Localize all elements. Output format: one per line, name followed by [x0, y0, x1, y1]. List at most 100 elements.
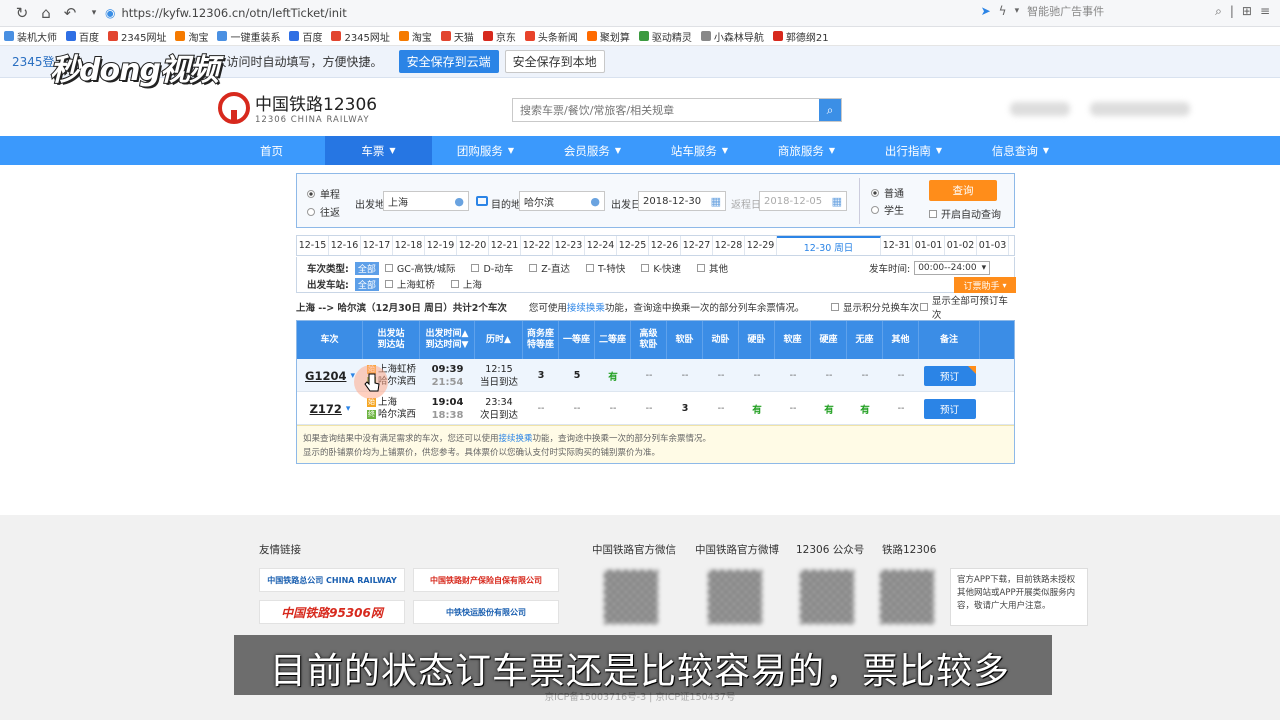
seat-availability-cell[interactable]: 有	[595, 359, 631, 392]
stations-option[interactable]: 上海	[450, 277, 482, 291]
types-option[interactable]: T-特快	[585, 261, 625, 275]
seat-availability-cell[interactable]: 有	[811, 392, 847, 425]
seat-availability-cell[interactable]: 有	[739, 392, 775, 425]
bookmark-item[interactable]: 百度	[66, 29, 99, 44]
bookmark-item[interactable]: 天猫	[440, 29, 474, 44]
single-trip-radio[interactable]: 单程	[307, 186, 340, 201]
save-local-button[interactable]: 安全保存到本地	[504, 50, 605, 73]
rocket-icon[interactable]: ➤	[981, 4, 991, 18]
from-station-input[interactable]: 上海 ●	[383, 191, 469, 211]
date-tab[interactable]: 12-26	[649, 236, 681, 255]
transfer-link[interactable]: 接续换乘	[567, 300, 605, 314]
date-tab[interactable]: 12-19	[425, 236, 457, 255]
dropdown-icon[interactable]: ▾	[1015, 6, 1020, 16]
seat-availability-cell[interactable]: 3	[523, 359, 559, 392]
types-option[interactable]: D-动车	[471, 261, 513, 275]
seat-availability-cell[interactable]: 5	[559, 359, 595, 392]
train-number-link[interactable]: G1204	[305, 369, 346, 383]
date-tab[interactable]: 12-29	[745, 236, 777, 255]
bookmark-item[interactable]: 淘宝	[175, 29, 208, 44]
bookmark-item[interactable]: 头条新闻	[524, 29, 578, 44]
site-logo[interactable]: 中国铁路12306 12306 CHINA RAILWAY	[218, 90, 377, 125]
query-button[interactable]: 查询	[929, 180, 997, 201]
date-tab[interactable]: 12-15	[297, 236, 329, 255]
nav-item[interactable]: 车票 ▼	[325, 136, 432, 165]
depart-date-input[interactable]: 2018-12-30 ▦	[638, 191, 726, 211]
link-railway-express[interactable]: 中铁快运股份有限公司	[413, 600, 559, 624]
bookmark-item[interactable]: 郭德纲21	[772, 29, 829, 44]
save-cloud-button[interactable]: 安全保存到云端	[398, 50, 499, 73]
date-tab[interactable]: 12-23	[553, 236, 585, 255]
bookmark-item[interactable]: 小森林导航	[700, 29, 764, 44]
bookmark-item[interactable]: 一键重装系	[217, 29, 280, 44]
stations-option[interactable]: 上海虹桥	[384, 277, 435, 291]
history-dropdown-icon[interactable]: ▾	[82, 1, 106, 25]
column-header[interactable]: 历时▲	[475, 321, 523, 359]
swap-stations-icon[interactable]	[476, 196, 488, 206]
column-header[interactable]: 出发时间▲ 到达时间▼	[420, 321, 475, 359]
depart-time-select[interactable]: 00:00--24:00 ▾	[914, 261, 991, 275]
date-tab[interactable]: 01-03	[977, 236, 1009, 255]
date-tab[interactable]: 12-18	[393, 236, 425, 255]
nav-item[interactable]: 站车服务 ▼	[646, 136, 753, 165]
date-tab[interactable]: 12-31	[881, 236, 913, 255]
date-tab[interactable]: 12-21	[489, 236, 521, 255]
seat-availability-cell[interactable]: 3	[667, 392, 703, 425]
bookmark-item[interactable]: 百度	[289, 29, 322, 44]
auto-query-checkbox[interactable]: 开启自动查询	[929, 206, 1001, 221]
normal-ticket-radio[interactable]: 普通	[871, 185, 904, 200]
bookmark-item[interactable]: 驱动精灵	[638, 29, 692, 44]
home-icon[interactable]: ⌂	[34, 1, 58, 25]
nav-item[interactable]: 商旅服务 ▼	[753, 136, 860, 165]
types-option[interactable]: 其他	[697, 261, 728, 275]
types-option[interactable]: GC-高铁/城际	[384, 261, 455, 275]
date-tab[interactable]: 12-27	[681, 236, 713, 255]
book-button[interactable]: 预订	[923, 398, 976, 419]
student-ticket-radio[interactable]: 学生	[871, 202, 904, 217]
train-type-all-button[interactable]: 全部	[354, 261, 379, 275]
types-option[interactable]: Z-直达	[529, 261, 570, 275]
show-all-bookable-checkbox[interactable]: 显示全部可预订车次	[920, 293, 1015, 321]
date-tab[interactable]: 12-24	[585, 236, 617, 255]
nav-item[interactable]: 首页	[218, 136, 325, 165]
date-tab[interactable]: 01-01	[913, 236, 945, 255]
menu-icon[interactable]: ≡	[1260, 4, 1270, 18]
date-tab[interactable]: 12-30 周日	[777, 236, 881, 255]
ad-news-text[interactable]: 智能驰广告事件	[1027, 3, 1207, 19]
bookmark-item[interactable]: 装机大师	[4, 29, 57, 44]
booking-helper-button[interactable]: 订票助手 ▾	[954, 277, 1016, 293]
date-tab[interactable]: 12-25	[617, 236, 649, 255]
bookmark-item[interactable]: 2345网址	[108, 29, 166, 44]
round-trip-radio[interactable]: 往返	[307, 204, 340, 219]
return-date-input[interactable]: 2018-12-05 ▦	[759, 191, 847, 211]
search-icon[interactable]: ⌕	[819, 99, 841, 121]
seat-availability-cell[interactable]: 有	[847, 392, 883, 425]
lightning-icon[interactable]: ϟ	[999, 4, 1007, 18]
date-tab[interactable]: 12-22	[521, 236, 553, 255]
link-china-railway[interactable]: 中国铁路总公司 CHINA RAILWAY	[259, 568, 405, 592]
nav-item[interactable]: 出行指南 ▼	[860, 136, 967, 165]
link-95306[interactable]: 中国铁路95306网	[259, 600, 405, 624]
nav-item[interactable]: 团购服务 ▼	[432, 136, 539, 165]
train-number-link[interactable]: Z172	[310, 402, 342, 416]
types-option[interactable]: K-快速	[641, 261, 681, 275]
date-tab[interactable]: 01-02	[945, 236, 977, 255]
link-railway-insurance[interactable]: 中国铁路财产保险自保有限公司	[413, 568, 559, 592]
search-icon[interactable]: ⌕	[1215, 4, 1222, 19]
date-tab[interactable]: 12-17	[361, 236, 393, 255]
site-search-input[interactable]	[513, 99, 819, 121]
refresh-icon[interactable]: ↻	[10, 1, 34, 25]
date-tab[interactable]: 12-28	[713, 236, 745, 255]
book-button[interactable]: 预订	[923, 365, 976, 386]
bookmark-item[interactable]: 2345网址	[331, 29, 390, 44]
notice-transfer-link[interactable]: 接续换乘	[499, 434, 533, 444]
apps-icon[interactable]: ⊞	[1242, 4, 1252, 18]
bookmark-item[interactable]: 淘宝	[398, 29, 432, 44]
show-points-trains-checkbox[interactable]: 显示积分兑换车次	[831, 300, 919, 314]
bookmark-item[interactable]: 京东	[482, 29, 516, 44]
date-tab[interactable]: 12-20	[457, 236, 489, 255]
nav-item[interactable]: 信息查询 ▼	[967, 136, 1074, 165]
date-tab[interactable]: 12-16	[329, 236, 361, 255]
back-icon[interactable]: ↶	[58, 1, 82, 25]
chevron-down-icon[interactable]: ▾	[346, 404, 351, 414]
